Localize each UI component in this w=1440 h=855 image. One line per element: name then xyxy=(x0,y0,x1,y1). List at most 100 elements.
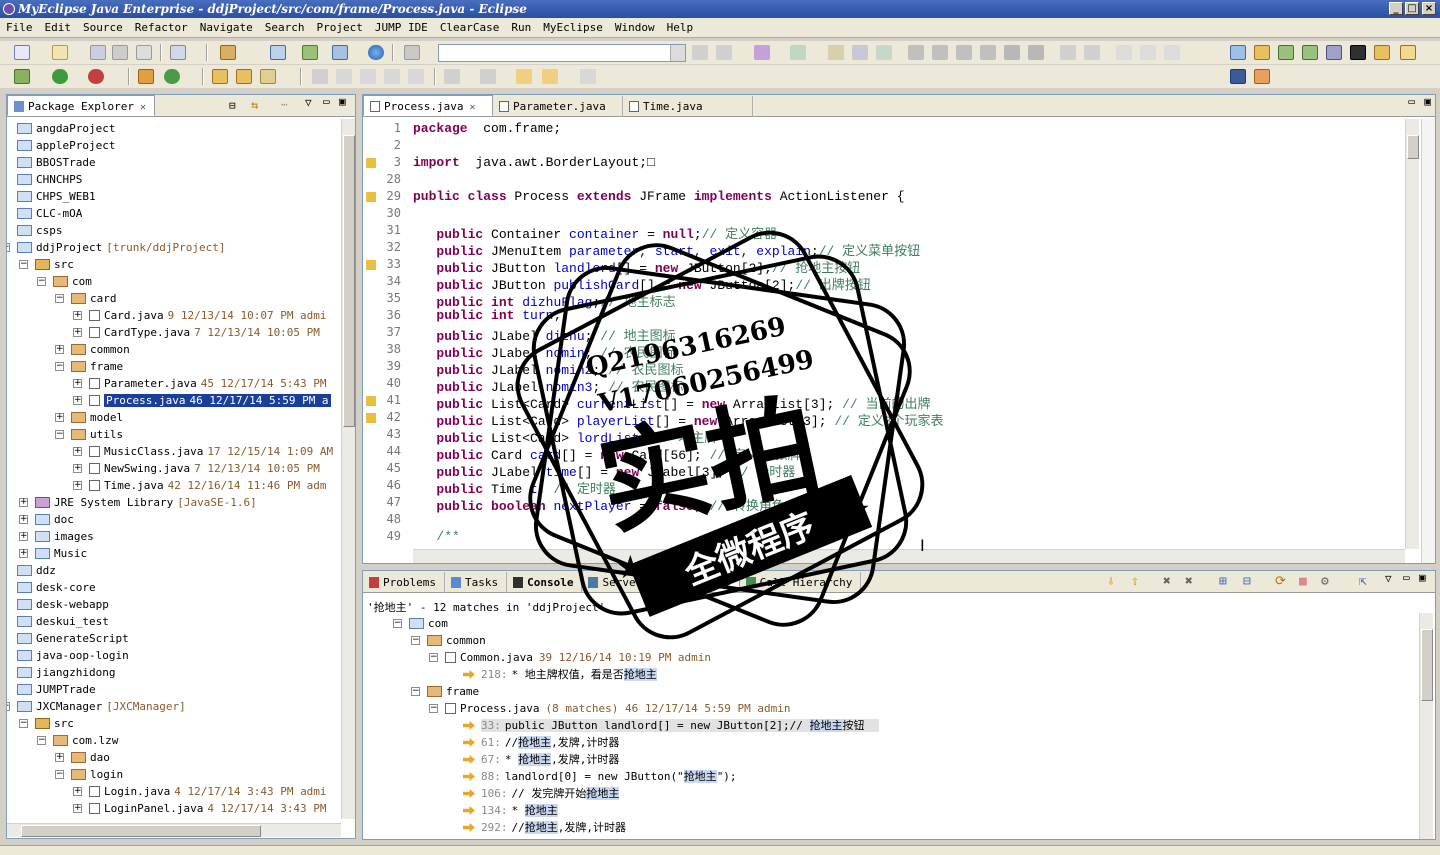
menu-project[interactable]: Project xyxy=(310,18,368,38)
expand-toggle-icon[interactable]: + xyxy=(73,804,82,813)
new-java-project-icon[interactable] xyxy=(138,69,154,84)
expand-toggle-icon[interactable]: + xyxy=(55,345,64,354)
tree-item[interactable]: + Card.java 9 12/13/14 10:07 PM admi xyxy=(73,307,327,324)
minimize-view-icon[interactable]: ▭ xyxy=(1403,571,1410,584)
collapse-toggle-icon[interactable]: − xyxy=(37,277,46,286)
search-match-row[interactable]: 33: public JButton landlord[] = new JButt… xyxy=(463,717,879,734)
print-icon[interactable] xyxy=(136,45,152,60)
menu-refactor[interactable]: Refactor xyxy=(129,18,194,38)
maximize-view-icon[interactable]: ▣ xyxy=(339,95,346,108)
perspective-icon-2[interactable] xyxy=(1254,45,1270,60)
perspective-icon-6[interactable] xyxy=(1350,45,1366,60)
toolbar2-icon-b[interactable] xyxy=(336,69,352,84)
tree-item[interactable]: GenerateScript xyxy=(17,630,129,647)
tree-item[interactable]: − login xyxy=(55,766,123,783)
tree-item[interactable]: desk-webapp xyxy=(17,596,109,613)
tree-item[interactable]: + doc xyxy=(19,511,74,528)
toolbar2-icon-e[interactable] xyxy=(408,69,424,84)
menu-run[interactable]: Run xyxy=(505,18,537,38)
view-menu-chevron-icon[interactable]: ▽ xyxy=(305,96,312,109)
menu-jump-ide[interactable]: JUMP IDE xyxy=(369,18,434,38)
tree-item[interactable]: appleProject xyxy=(17,137,115,154)
tree-item[interactable]: desk-core xyxy=(17,579,96,596)
toolbar-icon-a[interactable] xyxy=(692,45,708,60)
expand-all-icon[interactable]: ⊞ xyxy=(1219,574,1227,589)
minimize-view-icon[interactable]: ▭ xyxy=(323,95,330,108)
close-tab-icon[interactable]: ✕ xyxy=(469,102,475,113)
toolbar-icon-g[interactable] xyxy=(1004,45,1020,60)
tree-item[interactable]: angdaProject xyxy=(17,120,115,137)
scroll-thumb[interactable] xyxy=(343,135,355,427)
tab-tasks[interactable]: Tasks xyxy=(445,572,508,593)
collapse-toggle-icon[interactable]: − xyxy=(429,653,438,662)
expand-toggle-icon[interactable]: + xyxy=(73,787,82,796)
search-tree-row[interactable]: − frame xyxy=(411,683,479,700)
java-ee-perspective-icon[interactable] xyxy=(1230,69,1246,84)
open-type-icon[interactable] xyxy=(170,45,186,60)
tree-item[interactable]: + model xyxy=(55,409,123,426)
back-icon[interactable] xyxy=(542,69,558,84)
collapse-toggle-icon[interactable]: − xyxy=(19,719,28,728)
search-match-row[interactable]: 61://抢地主,发牌,计时器 xyxy=(463,734,619,751)
search-tree-row[interactable]: − Common.java 39 12/16/14 10:19 PM admin xyxy=(429,649,711,666)
deploy-icon[interactable] xyxy=(220,45,236,60)
tree-item[interactable]: − src xyxy=(19,715,74,732)
tree-item[interactable]: + Time.java 42 12/16/14 11:46 PM adm xyxy=(73,477,327,494)
tree-item[interactable]: JUMPTrade xyxy=(17,681,96,698)
debug-perspective-icon[interactable] xyxy=(1254,69,1270,84)
collapse-all-icon[interactable]: ⊟ xyxy=(1243,574,1251,589)
prev-annotation-icon[interactable] xyxy=(480,69,496,84)
search-match-row[interactable]: 292://抢地主,发牌,计时器 xyxy=(463,819,626,836)
collapse-toggle-icon[interactable]: − xyxy=(411,636,420,645)
toolbar-icon-k[interactable] xyxy=(1116,45,1132,60)
scroll-thumb[interactable] xyxy=(1421,629,1433,701)
expand-toggle-icon[interactable]: + xyxy=(73,447,82,456)
nav-last-icon[interactable] xyxy=(980,45,996,60)
tree-item[interactable]: − src xyxy=(19,256,74,273)
expand-toggle-icon[interactable]: + xyxy=(73,464,82,473)
view-menu-chevron-icon[interactable]: ▽ xyxy=(1385,572,1392,585)
close-button[interactable]: × xyxy=(1422,2,1436,15)
search-tree-row[interactable]: − Process.java (8 matches) 46 12/17/14 5:5… xyxy=(429,700,791,717)
new-icon[interactable] xyxy=(14,45,30,60)
new-project-icon[interactable] xyxy=(52,45,68,60)
menu-navigate[interactable]: Navigate xyxy=(194,18,259,38)
perspective-icon-7[interactable] xyxy=(1374,45,1390,60)
toolbar-icon-l[interactable] xyxy=(1140,45,1156,60)
scroll-thumb[interactable] xyxy=(1407,135,1419,159)
search-history-icon[interactable]: ⚙ xyxy=(1321,574,1329,589)
toolbar-icon-e[interactable] xyxy=(828,45,844,60)
nav-next-icon[interactable] xyxy=(956,45,972,60)
tree-item[interactable]: + NewSwing.java 7 12/13/14 10:05 PM xyxy=(73,460,320,477)
warning-marker-icon[interactable] xyxy=(366,158,376,168)
editor-tab[interactable]: Process.java ✕ xyxy=(363,95,493,116)
pin-icon[interactable] xyxy=(404,45,420,60)
tree-item[interactable]: + JRE System Library [JavaSE-1.6] xyxy=(19,494,257,511)
collapse-toggle-icon[interactable]: − xyxy=(37,736,46,745)
package-explorer-hscroll[interactable] xyxy=(7,823,341,837)
edit-icon[interactable] xyxy=(260,69,276,84)
menu-myeclipse[interactable]: MyEclipse xyxy=(537,18,609,38)
toolbar2-icon-c[interactable] xyxy=(360,69,376,84)
tree-item[interactable]: + MusicClass.java 17 12/15/14 1:09 AM xyxy=(73,443,333,460)
tree-item[interactable]: + LoginPanel.java 4 12/17/14 3:43 PM xyxy=(73,800,327,817)
pin-view-icon[interactable]: ⇱ xyxy=(1359,574,1367,589)
tree-item[interactable]: − JXCManager[JXCManager] xyxy=(7,698,186,715)
tab-servers[interactable]: Servers xyxy=(582,572,658,593)
editor-tab[interactable]: Parameter.java xyxy=(493,96,623,117)
warning-marker-icon[interactable] xyxy=(366,260,376,270)
tree-item[interactable]: − com xyxy=(37,273,92,290)
expand-toggle-icon[interactable]: + xyxy=(73,311,82,320)
tree-item[interactable]: BBOSTrade xyxy=(17,154,96,171)
editor-hscroll[interactable] xyxy=(413,549,1405,563)
scroll-thumb[interactable] xyxy=(21,825,261,837)
expand-toggle-icon[interactable]: + xyxy=(19,549,28,558)
toolbar-icon-m[interactable] xyxy=(1164,45,1180,60)
link-editor-icon[interactable]: ⇆ xyxy=(251,98,258,112)
debug-icon[interactable] xyxy=(14,69,30,84)
toolbar-icon-f[interactable] xyxy=(852,45,868,60)
deploy-server-icon[interactable] xyxy=(332,45,348,60)
run-search-again-icon[interactable]: ⟳ xyxy=(1275,574,1286,589)
search-match-row[interactable]: 134: * 抢地主 xyxy=(463,802,558,819)
tree-item[interactable]: + Process.java 46 12/17/14 5:59 PM a xyxy=(73,392,331,409)
